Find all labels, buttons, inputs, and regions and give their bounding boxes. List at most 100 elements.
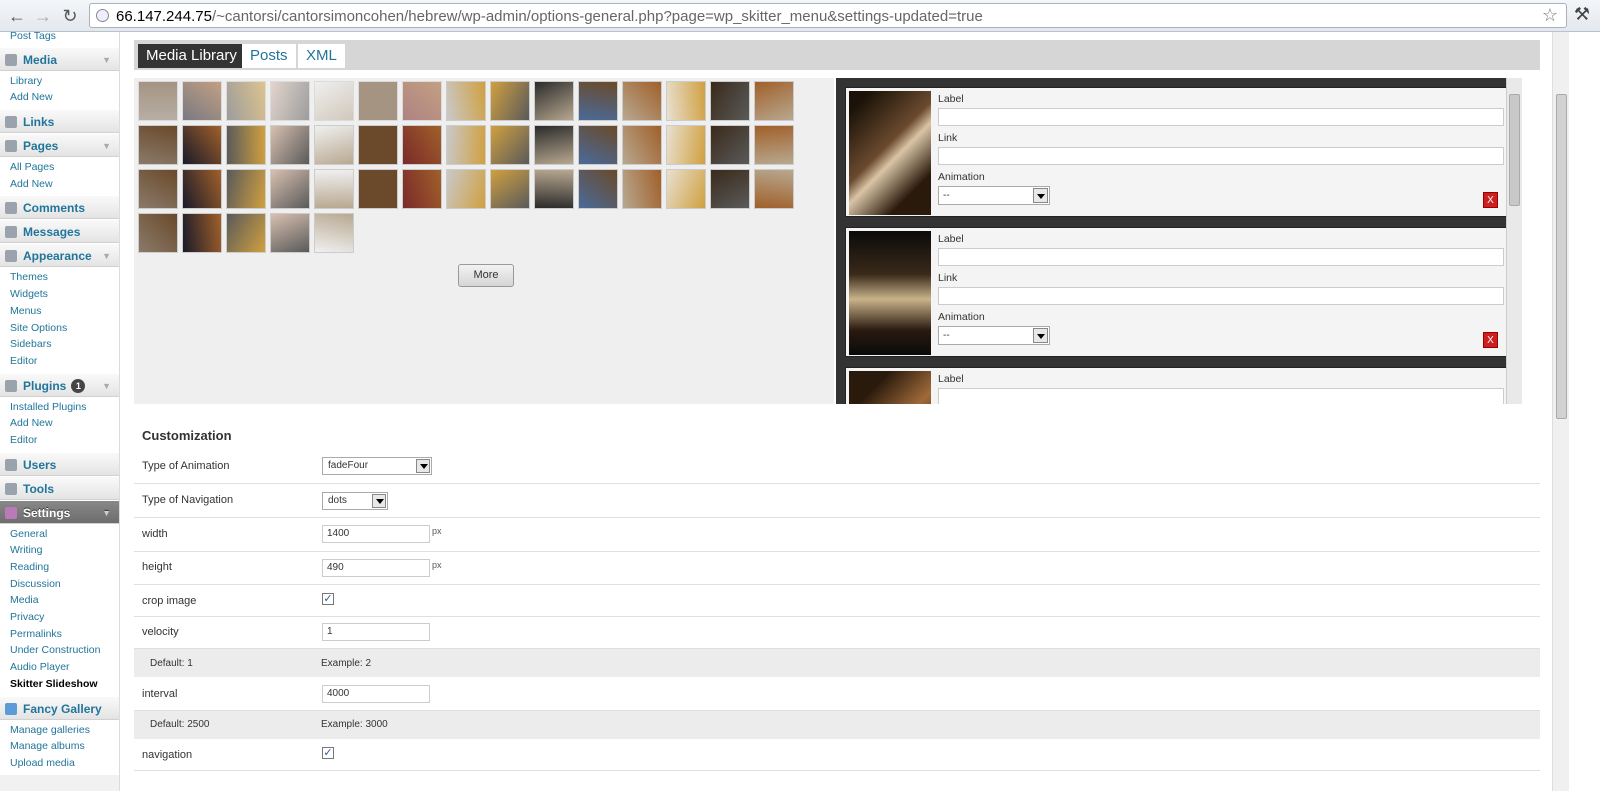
chevron-down-icon[interactable] [416, 459, 430, 473]
media-thumbnail[interactable] [490, 81, 530, 121]
navigation-checkbox[interactable]: ✓ [322, 747, 334, 759]
interval-input[interactable]: 4000 [322, 685, 430, 703]
tab-xml[interactable]: XML [298, 44, 345, 68]
slides-scrollbar[interactable] [1506, 78, 1522, 404]
chevron-down-icon[interactable]: ▼ [102, 48, 111, 72]
sidebar-item-under-construction[interactable]: Under Construction [0, 642, 119, 659]
media-thumbnail[interactable] [226, 81, 266, 121]
sidebar-menu-media[interactable]: Media ▼ [0, 46, 119, 72]
label-input[interactable] [938, 248, 1504, 266]
media-thumbnail[interactable] [138, 169, 178, 209]
animation-select[interactable]: -- [938, 186, 1050, 205]
sidebar-item-menus[interactable]: Menus [0, 303, 119, 320]
sidebar-item-plugins-add-new[interactable]: Add New [0, 415, 119, 432]
sidebar-item-themes[interactable]: Themes [0, 269, 119, 286]
sidebar-menu-plugins[interactable]: Plugins 1 ▼ [0, 372, 119, 398]
sidebar-item-plugins-editor[interactable]: Editor [0, 432, 119, 449]
sidebar-item-sidebars[interactable]: Sidebars [0, 336, 119, 353]
sidebar-item-pages-add-new[interactable]: Add New [0, 176, 119, 193]
media-thumbnail[interactable] [270, 213, 310, 253]
sidebar-item-installed-plugins[interactable]: Installed Plugins [0, 399, 119, 416]
sidebar-item-general[interactable]: General [0, 526, 119, 543]
tab-media-library[interactable]: Media Library [138, 44, 245, 68]
label-input[interactable] [938, 108, 1504, 126]
sidebar-item-settings-media[interactable]: Media [0, 592, 119, 609]
media-thumbnail[interactable] [622, 125, 662, 165]
page-scrollbar[interactable] [1552, 32, 1569, 791]
wrench-icon[interactable]: ⚒ [1574, 4, 1590, 25]
sidebar-menu-links[interactable]: Links [0, 109, 119, 134]
media-thumbnail[interactable] [446, 81, 486, 121]
sidebar-menu-settings[interactable]: Settings ▼ [0, 499, 119, 524]
media-thumbnail[interactable] [578, 125, 618, 165]
media-thumbnail[interactable] [270, 81, 310, 121]
sidebar-menu-pages[interactable]: Pages ▼ [0, 133, 119, 158]
label-input[interactable] [938, 388, 1504, 404]
media-thumbnail[interactable] [490, 125, 530, 165]
sidebar-menu-appearance[interactable]: Appearance ▼ [0, 243, 119, 268]
scrollbar-thumb[interactable] [1509, 94, 1520, 206]
media-thumbnail[interactable] [754, 169, 794, 209]
media-thumbnail[interactable] [666, 81, 706, 121]
media-thumbnail[interactable] [754, 125, 794, 165]
media-thumbnail[interactable] [622, 81, 662, 121]
sidebar-item-audio-player[interactable]: Audio Player [0, 659, 119, 676]
navigation-type-select[interactable]: dots [322, 492, 388, 510]
sidebar-item-reading[interactable]: Reading [0, 559, 119, 576]
height-input[interactable]: 490 [322, 559, 430, 577]
media-thumbnail[interactable] [446, 169, 486, 209]
media-thumbnail[interactable] [402, 81, 442, 121]
media-thumbnail[interactable] [226, 169, 266, 209]
media-thumbnail[interactable] [314, 125, 354, 165]
media-thumbnail[interactable] [446, 125, 486, 165]
sidebar-menu-fancy-gallery[interactable]: Fancy Gallery [0, 695, 119, 720]
media-thumbnail[interactable] [182, 81, 222, 121]
scrollbar-thumb[interactable] [1556, 94, 1567, 419]
delete-slide-button[interactable]: X [1483, 192, 1498, 208]
media-thumbnail[interactable] [710, 125, 750, 165]
tab-posts[interactable]: Posts [242, 44, 296, 68]
chevron-down-icon[interactable]: ▼ [102, 374, 111, 398]
media-thumbnail[interactable] [534, 169, 574, 209]
media-thumbnail[interactable] [182, 125, 222, 165]
media-thumbnail[interactable] [314, 213, 354, 253]
media-thumbnail[interactable] [314, 81, 354, 121]
sidebar-menu-comments[interactable]: Comments [0, 195, 119, 220]
media-thumbnail[interactable] [138, 81, 178, 121]
media-thumbnail[interactable] [534, 81, 574, 121]
link-input[interactable] [938, 287, 1504, 305]
media-thumbnail[interactable] [314, 169, 354, 209]
media-thumbnail[interactable] [138, 125, 178, 165]
media-thumbnail[interactable] [710, 169, 750, 209]
velocity-input[interactable]: 1 [322, 623, 430, 641]
media-thumbnail[interactable] [182, 169, 222, 209]
media-thumbnail[interactable] [666, 169, 706, 209]
crop-image-checkbox[interactable]: ✓ [322, 593, 334, 605]
media-thumbnail[interactable] [270, 125, 310, 165]
media-thumbnail[interactable] [578, 81, 618, 121]
sidebar-item-widgets[interactable]: Widgets [0, 286, 119, 303]
sidebar-item-library[interactable]: Library [0, 73, 119, 90]
media-thumbnail[interactable] [402, 169, 442, 209]
media-thumbnail[interactable] [182, 213, 222, 253]
sidebar-item-post-tags[interactable]: Post Tags [0, 32, 119, 45]
sidebar-item-discussion[interactable]: Discussion [0, 576, 119, 593]
media-thumbnail[interactable] [622, 169, 662, 209]
more-button[interactable]: More [458, 264, 514, 287]
chevron-down-icon[interactable] [1033, 328, 1048, 343]
sidebar-menu-users[interactable]: Users [0, 451, 119, 476]
sidebar-item-writing[interactable]: Writing [0, 542, 119, 559]
sidebar-item-skitter-slideshow[interactable]: Skitter Slideshow [0, 676, 119, 693]
animation-type-select[interactable]: fadeFour [322, 457, 432, 475]
media-thumbnail[interactable] [710, 81, 750, 121]
sidebar-item-all-pages[interactable]: All Pages [0, 159, 119, 176]
sidebar-item-media-add-new[interactable]: Add New [0, 89, 119, 106]
link-input[interactable] [938, 147, 1504, 165]
sidebar-item-appearance-editor[interactable]: Editor [0, 353, 119, 370]
animation-select[interactable]: -- [938, 326, 1050, 345]
media-thumbnail[interactable] [138, 213, 178, 253]
sidebar-menu-tools[interactable]: Tools [0, 475, 119, 500]
forward-icon[interactable]: → [32, 5, 54, 27]
sidebar-item-upload-media[interactable]: Upload media [0, 755, 119, 772]
address-bar[interactable]: 66.147.244.75/~cantorsi/cantorsimoncohen… [89, 3, 1567, 28]
